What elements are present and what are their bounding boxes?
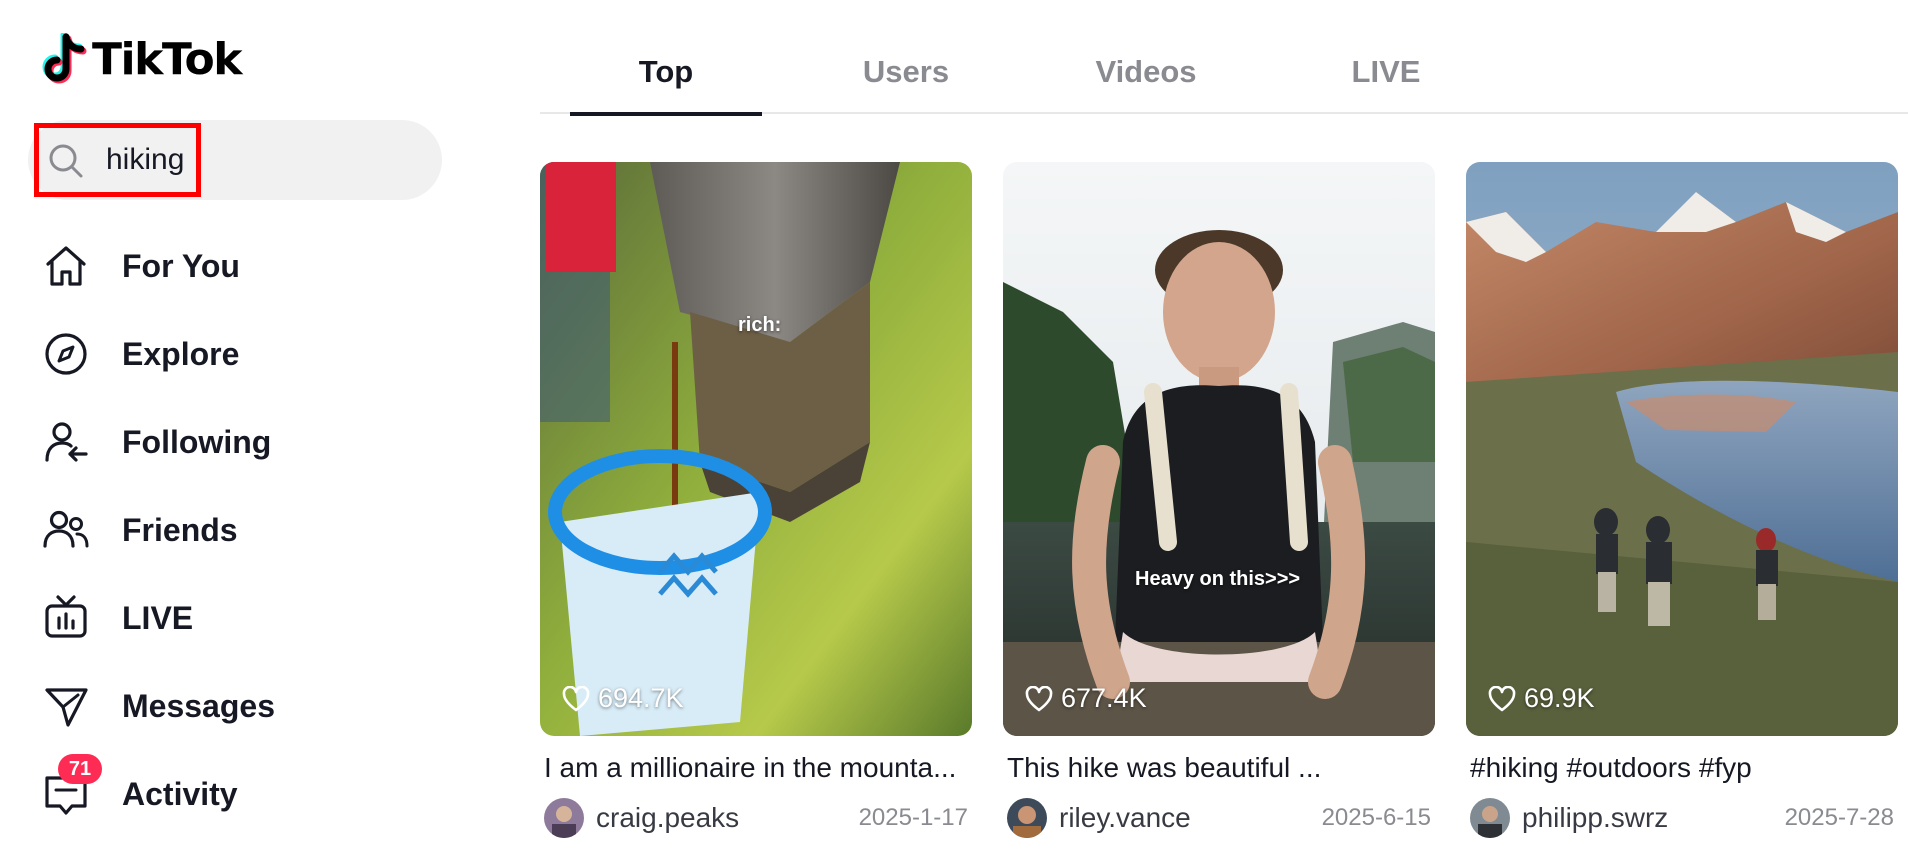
video-caption[interactable]: I am a millionaire in the mounta... <box>540 752 972 784</box>
hiker-lake-image <box>1003 162 1435 736</box>
post-date: 2025-7-28 <box>1784 804 1894 831</box>
heart-icon <box>1025 685 1053 711</box>
video-overlay-text: rich: <box>738 314 782 336</box>
username[interactable]: philipp.swrz <box>1522 802 1668 834</box>
nav-label-messages: Messages <box>122 687 275 724</box>
tab-users[interactable]: Users <box>810 40 1002 114</box>
like-count-value: 677.4K <box>1061 683 1147 713</box>
mountain-lake-image <box>1466 162 1898 736</box>
tab-top[interactable]: Top <box>570 40 762 116</box>
search-icon[interactable] <box>46 141 86 181</box>
tiktok-logo[interactable]: TikTok <box>42 30 243 90</box>
like-count: 677.4K <box>1025 683 1147 714</box>
video-meta: philipp.swrz 2025-7-28 <box>1466 796 1898 840</box>
nav-item-messages[interactable]: Messages <box>38 676 275 736</box>
nav-item-activity[interactable]: 71 Activity <box>38 754 238 824</box>
tab-videos[interactable]: Videos <box>1050 40 1242 114</box>
tab-live[interactable]: LIVE <box>1290 40 1482 114</box>
nav-item-live[interactable]: LIVE <box>38 588 193 648</box>
home-icon <box>38 238 94 294</box>
activity-icon: 71 <box>38 754 102 822</box>
sidebar: TikTok For You Explore <box>0 0 480 864</box>
logo-wordmark: TikTok <box>92 34 243 85</box>
avatar[interactable] <box>1007 798 1047 838</box>
nav-label-for-you: For You <box>122 247 240 284</box>
video-meta: craig.peaks 2025-1-17 <box>540 796 972 840</box>
following-icon <box>38 414 94 470</box>
video-card[interactable]: Heavy on this>>> 677.4K This hike was be… <box>1003 162 1435 840</box>
post-date: 2025-6-15 <box>1321 804 1431 831</box>
username[interactable]: craig.peaks <box>596 802 739 834</box>
heart-icon <box>562 685 590 711</box>
live-tv-icon <box>38 590 94 646</box>
video-grid: rich: 694.7K I am a millionaire in the m… <box>540 162 1908 864</box>
video-thumbnail[interactable]: Heavy on this>>> 677.4K <box>1003 162 1435 736</box>
activity-badge: 71 <box>58 754 102 784</box>
video-card[interactable]: 69.9K #hiking #outdoors #fyp philipp.swr… <box>1466 162 1898 840</box>
nav-item-following[interactable]: Following <box>38 412 271 472</box>
nav-label-explore: Explore <box>122 335 240 372</box>
nav-item-friends[interactable]: Friends <box>38 500 238 560</box>
video-thumbnail[interactable]: 69.9K <box>1466 162 1898 736</box>
video-meta: riley.vance 2025-6-15 <box>1003 796 1435 840</box>
video-overlay-text: Heavy on this>>> <box>1135 568 1301 590</box>
video-card[interactable]: rich: 694.7K I am a millionaire in the m… <box>540 162 972 840</box>
video-thumbnail[interactable]: rich: 694.7K <box>540 162 972 736</box>
paper-plane-icon <box>38 678 94 734</box>
search-input[interactable] <box>104 138 424 182</box>
post-date: 2025-1-17 <box>858 804 968 831</box>
compass-icon <box>38 326 94 382</box>
video-caption[interactable]: #hiking #outdoors #fyp <box>1466 752 1898 784</box>
nav-label-friends: Friends <box>122 511 238 548</box>
coffee-pour-image <box>540 162 972 736</box>
search-result-tabs: Top Users Videos LIVE <box>540 40 1908 116</box>
nav-label-live: LIVE <box>122 599 194 636</box>
like-count: 694.7K <box>562 683 684 714</box>
nav-item-explore[interactable]: Explore <box>38 324 239 384</box>
username[interactable]: riley.vance <box>1059 802 1191 834</box>
video-caption[interactable]: This hike was beautiful ... <box>1003 752 1435 784</box>
avatar[interactable] <box>544 798 584 838</box>
tiktok-note-icon <box>42 33 87 84</box>
nav-label-following: Following <box>122 423 272 460</box>
nav-label-activity: Activity <box>122 775 238 812</box>
nav-item-for-you[interactable]: For You <box>38 236 240 296</box>
heart-icon <box>1488 685 1516 711</box>
like-count-value: 69.9K <box>1524 683 1595 713</box>
like-count-value: 694.7K <box>598 683 684 713</box>
friends-icon <box>38 502 94 558</box>
like-count: 69.9K <box>1488 683 1595 714</box>
avatar[interactable] <box>1470 798 1510 838</box>
